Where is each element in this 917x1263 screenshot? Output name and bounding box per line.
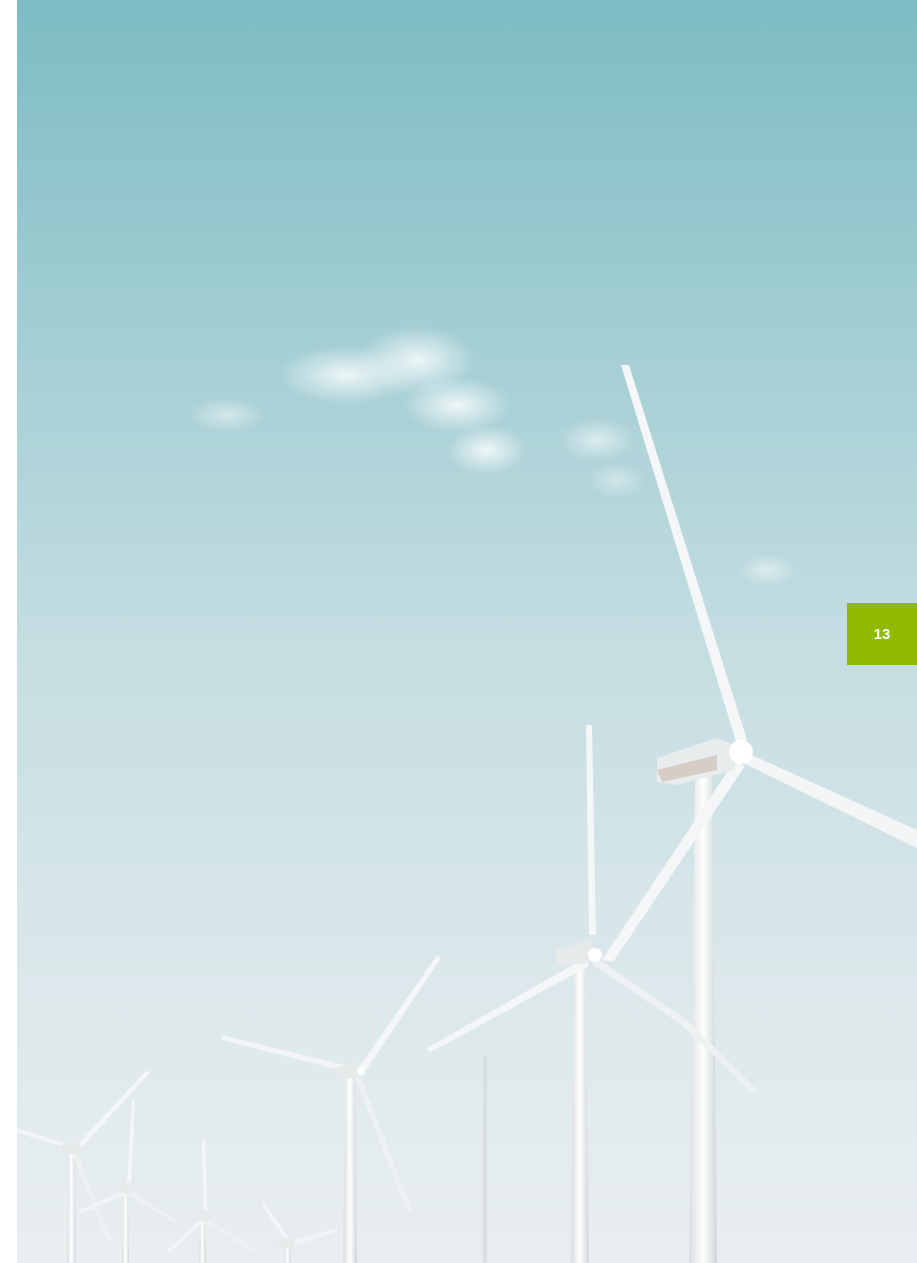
page-number: 13 — [873, 625, 891, 643]
wind-farm-photo — [17, 0, 917, 1263]
document-page: 13 — [0, 0, 917, 1263]
sky — [17, 0, 917, 1263]
page-number-tab: 13 — [847, 603, 917, 665]
mast — [483, 1055, 487, 1263]
